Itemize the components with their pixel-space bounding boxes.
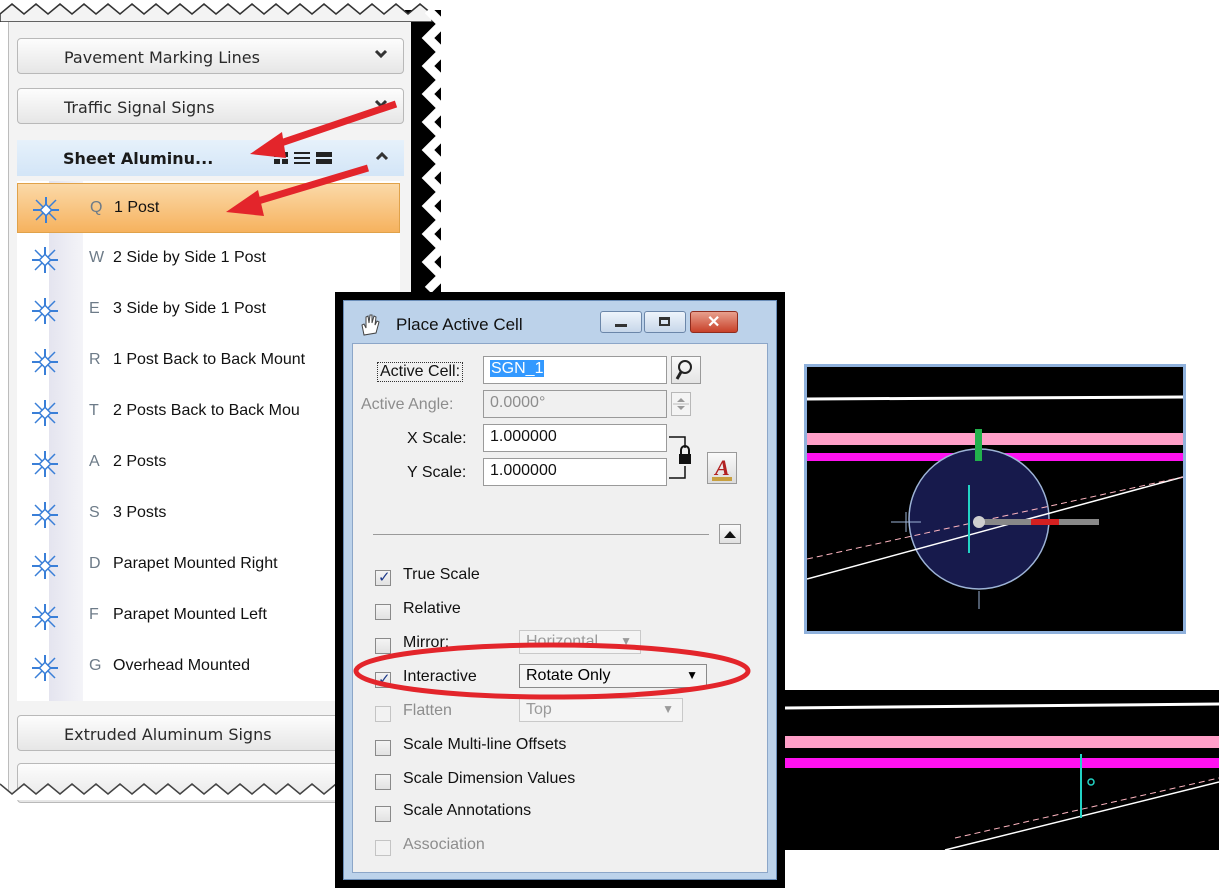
x-scale-value: 1.000000	[490, 428, 557, 445]
association-checkbox	[375, 840, 391, 856]
group-pavement-marking-lines[interactable]: Pavement Marking Lines	[17, 38, 404, 74]
scale-dimension-values-checkbox[interactable]	[375, 774, 391, 790]
cad-preview-placement	[804, 364, 1186, 634]
tool-label: 3 Side by Side 1 Post	[113, 300, 266, 317]
active-angle-label: Active Angle:	[361, 396, 454, 413]
shortcut-key: Q	[90, 199, 103, 216]
tool-label: 1 Post	[114, 199, 160, 216]
maximize-button[interactable]	[644, 311, 686, 333]
torn-edge-bottom	[0, 770, 337, 800]
scale-multiline-offsets-checkbox[interactable]	[375, 740, 391, 756]
dialog-title: Place Active Cell	[396, 315, 523, 334]
place-active-cell-dialog: Place Active Cell ✕ Active Cell: SGN_1 A…	[335, 292, 785, 888]
cell-placement-icon	[31, 603, 59, 631]
hand-cursor-icon	[358, 313, 380, 342]
close-icon: ✕	[707, 314, 721, 331]
relative-checkbox[interactable]	[375, 604, 391, 620]
y-scale-input[interactable]: 1.000000	[483, 458, 667, 486]
minimize-button[interactable]	[600, 311, 642, 333]
tool-item[interactable]: W 2 Side by Side 1 Post	[17, 234, 400, 284]
lock-scale-icon[interactable]	[667, 436, 695, 482]
tool-label: 2 Posts	[113, 453, 167, 470]
cell-placement-icon	[31, 552, 59, 580]
tool-label: 1 Post Back to Back Mount	[113, 351, 306, 368]
cell-placement-icon	[32, 196, 60, 224]
active-angle-value: 0.0000°	[490, 394, 546, 411]
flatten-label: Flatten	[403, 702, 452, 719]
cell-placement-icon	[31, 654, 59, 682]
group-label: Traffic Signal Signs	[64, 98, 215, 117]
group-label: Extruded Aluminum Signs	[64, 725, 272, 744]
cell-placement-icon	[31, 246, 59, 274]
highlight-ellipse	[353, 642, 751, 700]
flatten-dropdown-value: Top	[526, 701, 552, 718]
separator	[373, 534, 709, 535]
dialog-body: Active Cell: SGN_1 Active Angle: 0.0000°…	[352, 343, 768, 873]
shortcut-key: R	[89, 351, 101, 368]
scale-annotations-label: Scale Annotations	[403, 802, 532, 819]
cell-placement-icon	[31, 348, 59, 376]
scale-annotations-checkbox[interactable]	[375, 806, 391, 822]
shortcut-key: F	[89, 606, 99, 623]
torn-edge-top	[0, 3, 433, 22]
cad-drawing	[784, 702, 1219, 851]
cad-drawing	[806, 395, 1184, 609]
x-scale-input[interactable]: 1.000000	[483, 424, 667, 452]
annotation-arrows	[226, 100, 398, 216]
scale-dimension-values-label: Scale Dimension Values	[403, 770, 576, 787]
tool-label: Parapet Mounted Right	[113, 555, 278, 572]
cell-placement-icon	[31, 501, 59, 529]
active-angle-input: 0.0000°	[483, 390, 667, 418]
shortcut-key: T	[89, 402, 99, 419]
browse-cell-button[interactable]	[671, 356, 701, 384]
close-button[interactable]: ✕	[690, 311, 738, 333]
shortcut-key: G	[89, 657, 102, 674]
shortcut-key: D	[89, 555, 101, 572]
scale-multiline-offsets-label: Scale Multi-line Offsets	[403, 736, 567, 753]
y-scale-value: 1.000000	[490, 462, 557, 479]
tool-label: 2 Side by Side 1 Post	[113, 249, 266, 266]
checkmark-icon: ✓	[378, 569, 391, 586]
chevron-down-icon	[373, 46, 389, 62]
shortcut-key: A	[89, 453, 100, 470]
text-attributes-button[interactable]: A	[707, 452, 737, 484]
x-scale-label: X Scale:	[407, 430, 467, 447]
chevron-down-icon: ▼	[662, 702, 674, 716]
tool-label: 3 Posts	[113, 504, 167, 521]
shortcut-key: E	[89, 300, 100, 317]
relative-label: Relative	[403, 600, 461, 617]
search-icon	[675, 360, 692, 380]
active-angle-spinner	[671, 392, 691, 416]
cell-placement-icon	[31, 450, 59, 478]
tool-label: Overhead Mounted	[113, 657, 250, 674]
cell-placement-icon	[31, 399, 59, 427]
tool-label: 2 Posts Back to Back Mou	[113, 402, 300, 419]
flatten-checkbox	[375, 706, 391, 722]
true-scale-label: True Scale	[403, 566, 480, 583]
active-cell-label: Active Cell:	[377, 362, 464, 382]
cell-placement-icon	[31, 297, 59, 325]
group-label: Sheet Aluminu...	[63, 149, 214, 168]
shortcut-key: S	[89, 504, 100, 521]
collapse-button[interactable]	[719, 524, 741, 544]
active-cell-value: SGN_1	[490, 360, 545, 377]
torn-edge-right	[421, 10, 444, 294]
triangle-up-icon	[724, 531, 736, 538]
shortcut-key: W	[89, 249, 105, 266]
tool-label: Parapet Mounted Left	[113, 606, 267, 623]
active-cell-input[interactable]: SGN_1	[483, 356, 667, 384]
group-label: Pavement Marking Lines	[64, 48, 260, 67]
y-scale-label: Y Scale:	[407, 464, 467, 481]
cad-preview-result	[784, 690, 1219, 851]
association-label: Association	[403, 836, 485, 853]
true-scale-checkbox[interactable]: ✓	[375, 569, 391, 586]
